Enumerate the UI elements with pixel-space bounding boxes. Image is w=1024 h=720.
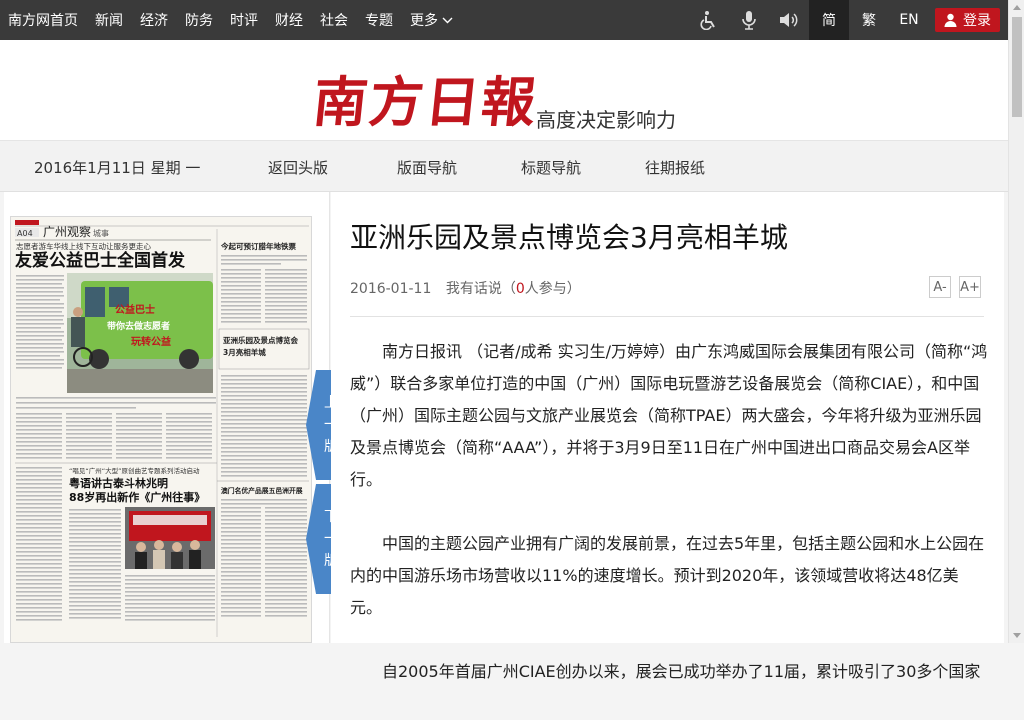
chevron-down-icon [442,17,453,23]
lang-english[interactable]: EN [889,0,929,40]
svg-text:公益巴士: 公益巴士 [115,303,155,316]
top-right-tools: 简 繁 EN 登录 [689,0,1008,40]
comment-count: 0 [515,281,525,297]
thumb-kicker-3: “唱见“广州“大型”原创曲艺专题系列活动启动 [69,466,200,475]
thumb-kicker-1: 志愿者游车华线上线下互动让服务更走心 [16,241,151,251]
masthead: 南方日報 高度决定影响力 [0,40,1008,140]
newspaper-page-thumbnail[interactable]: A04 广州观察 城事 志愿者游车华线上线下互动让服务更走心 友爱公益巴士全国首… [10,216,312,643]
thumb-headline-2-bottom: 3月亮相羊城 [223,347,266,357]
thumb-section-sub: 城事 [93,228,109,238]
article-date: 2016-01-11 [350,281,432,297]
link-back-to-front[interactable]: 返回头版 [268,157,328,178]
thumb-page-number: A04 [17,229,33,238]
lang-simplified[interactable]: 简 [809,0,849,40]
link-past-issues[interactable]: 往期报纸 [645,157,705,178]
comment-link[interactable]: 我有话说（0人参与） [446,281,581,297]
page-thumbnail-panel: A04 广州观察 城事 志愿者游车华线上线下互动让服务更走心 友爱公益巴士全国首… [4,192,346,643]
nav-more-menu[interactable]: 更多 [410,10,453,30]
article-body: 南方日报讯 （记者/成希 实习生/万婷婷）由广东鸿威国际会展集团有限公司（简称“… [350,336,990,720]
scroll-down-arrow-icon[interactable] [1013,633,1021,638]
divider [350,316,984,317]
user-icon [944,13,957,27]
thumb-section: 广州观察 [43,225,91,239]
article-paragraph: 自2005年首届广州CIAE创办以来，展会已成功举办了11届，累计吸引了30多个… [382,662,981,681]
scrollbar-thumb[interactable] [1012,17,1022,117]
newspaper-page-image[interactable]: A04 广州观察 城事 志愿者游车华线上线下互动让服务更走心 友爱公益巴士全国首… [11,217,312,643]
main-nav: 南方网首页 新闻 经济 防务 时评 财经 社会 专题 更多 [8,0,470,40]
link-page-nav[interactable]: 版面导航 [397,157,457,178]
article-title: 亚洲乐园及景点博览会3月亮相羊城 [350,221,788,254]
comment-prefix: 我有话说（ [445,281,516,297]
thumb-side-head: 今起可预订腊年地铁票 [220,241,296,251]
font-decrease-button[interactable]: A- [929,276,951,298]
vertical-scrollbar[interactable] [1008,0,1024,643]
link-title-nav[interactable]: 标题导航 [521,157,581,178]
comment-suffix: 人参与） [524,281,581,297]
article-paragraph: 南方日报讯 （记者/成希 实习生/万婷婷）由广东鸿威国际会展集团有限公司（简称“… [350,342,988,489]
edition-date: 2016年1月11日 星期 一 [34,159,201,177]
newspaper-logo[interactable]: 南方日報 [310,58,542,137]
login-button[interactable]: 登录 [935,8,1000,32]
speaker-icon[interactable] [769,0,809,40]
thumb-headline-1: 友爱公益巴士全国首发 [15,250,186,271]
scroll-up-arrow-icon[interactable] [1013,5,1021,10]
svg-text:带你去做志愿者: 带你去做志愿者 [107,320,170,332]
nav-item-defense[interactable]: 防务 [185,10,213,30]
thumb-bus-photo: 公益巴士 带你去做志愿者 玩转公益 [67,273,213,393]
article-meta: 2016-01-11 我有话说（0人参与） [350,278,581,298]
thumb-photo-2 [125,507,215,569]
nav-item-finance[interactable]: 财经 [275,10,303,30]
article-panel: 亚洲乐园及景点博览会3月亮相羊城 2016-01-11 我有话说（0人参与） A… [331,192,1004,681]
nav-item-news[interactable]: 新闻 [95,10,123,30]
nav-item-economy[interactable]: 经济 [140,10,168,30]
thumb-headline-3b: 88岁再出新作《广州往事》 [69,490,205,504]
thumb-headline-3a: 粤语讲古泰斗林兆明 [69,476,168,490]
edition-nav: 2016年1月11日 星期 一 返回头版 版面导航 标题导航 往期报纸 [0,140,1008,192]
thumb-headline-2-top: 亚洲乐园及景点博览会 [223,335,298,345]
top-navigation-bar: 南方网首页 新闻 经济 防务 时评 财经 社会 专题 更多 简 繁 EN 登录 [0,0,1008,40]
slogan: 高度决定影响力 [536,108,676,132]
nav-item-topics[interactable]: 专题 [365,10,393,30]
nav-item-home[interactable]: 南方网首页 [8,10,78,30]
login-label: 登录 [963,13,991,29]
font-increase-button[interactable]: A+ [959,276,981,298]
thumb-side-head-2: 澳门名优产品展五邑洲开展 [221,486,303,495]
microphone-icon[interactable] [729,0,769,40]
nav-item-commentary[interactable]: 时评 [230,10,258,30]
lang-traditional[interactable]: 繁 [849,0,889,40]
nav-item-society[interactable]: 社会 [320,10,348,30]
article-paragraph: 中国的主题公园产业拥有广阔的发展前景，在过去5年里，包括主题公园和水上公园在内的… [350,534,985,617]
accessibility-icon[interactable] [689,0,729,40]
svg-text:玩转公益: 玩转公益 [131,335,171,348]
nav-more-label: 更多 [410,13,438,29]
